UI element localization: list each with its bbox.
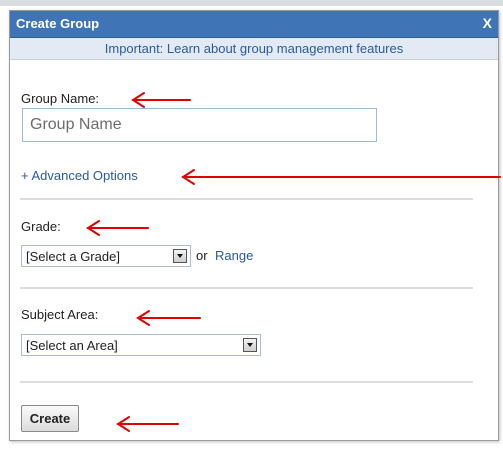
divider — [20, 287, 473, 289]
background-strip — [0, 0, 503, 6]
subject-area-select[interactable]: [Select an Area] — [21, 334, 261, 356]
close-button[interactable]: X — [483, 15, 492, 31]
advanced-options-link[interactable]: + Advanced Options — [21, 168, 138, 183]
subject-area-select-value: [Select an Area] — [26, 338, 118, 353]
grade-label: Grade: — [21, 219, 61, 234]
divider — [20, 381, 473, 383]
subject-area-label: Subject Area: — [21, 307, 99, 322]
create-button[interactable]: Create — [21, 405, 79, 432]
grade-select[interactable]: [Select a Grade] — [21, 245, 191, 267]
divider — [20, 198, 473, 200]
screenshot-stage: Create Group X Important: Learn about gr… — [0, 0, 503, 449]
grade-range-link[interactable]: Range — [215, 248, 253, 263]
or-text: or — [196, 248, 208, 263]
create-group-dialog: Create Group X Important: Learn about gr… — [9, 10, 499, 441]
group-management-notice-link[interactable]: Important: Learn about group management … — [10, 38, 498, 60]
dialog-titlebar: Create Group X — [10, 11, 498, 38]
chevron-down-icon — [173, 249, 187, 263]
group-name-input[interactable] — [22, 108, 377, 142]
grade-select-value: [Select a Grade] — [26, 249, 120, 264]
group-name-label: Group Name: — [21, 91, 100, 106]
dialog-title: Create Group — [16, 16, 100, 31]
chevron-down-icon — [243, 338, 257, 352]
